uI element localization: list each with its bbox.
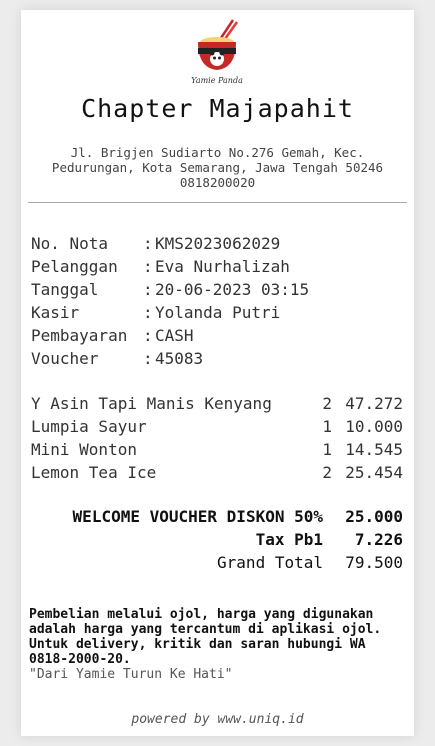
info-row-tanggal: Tanggal : 20-06-2023 03:15 xyxy=(31,280,309,303)
divider xyxy=(28,202,407,203)
info-label: No. Nota xyxy=(31,234,109,253)
info-separator: : xyxy=(143,257,153,276)
phone-line: 0818200020 xyxy=(179,175,256,190)
logo: Yamie Panda xyxy=(184,18,250,88)
discount-row: WELCOME VOUCHER DISKON 50% 25.000 xyxy=(73,507,403,530)
item-name: Y Asin Tapi Manis Kenyang xyxy=(31,394,272,413)
total-value: 25.000 xyxy=(345,507,403,526)
info-separator: : xyxy=(143,326,153,345)
list-item: Lemon Tea Ice 2 25.454 xyxy=(31,463,403,486)
info-separator: : xyxy=(143,280,153,299)
item-qty: 2 xyxy=(322,394,332,413)
total-label: WELCOME VOUCHER DISKON 50% xyxy=(72,507,323,526)
item-price: 47.272 xyxy=(345,394,403,413)
total-value: 7.226 xyxy=(354,530,403,549)
item-price: 10.000 xyxy=(345,417,403,436)
receipt-info: No. Nota : KMS2023062029 Pelanggan : Eva… xyxy=(31,234,309,372)
list-item: Y Asin Tapi Manis Kenyang 2 47.272 xyxy=(31,394,403,417)
noodle-bowl-icon xyxy=(198,19,239,70)
info-row-kasir: Kasir : Yolanda Putri xyxy=(31,303,309,326)
info-row-pelanggan: Pelanggan : Eva Nurhalizah xyxy=(31,257,309,280)
total-value: 79.500 xyxy=(345,553,403,572)
info-value: Eva Nurhalizah xyxy=(155,257,290,276)
total-label: Grand Total xyxy=(217,553,323,572)
info-separator: : xyxy=(143,349,153,368)
item-price: 25.454 xyxy=(345,463,403,482)
info-value: Yolanda Putri xyxy=(155,303,281,322)
info-label: Tanggal xyxy=(31,280,99,299)
item-price: 14.545 xyxy=(345,440,403,459)
receipt-note: Pembelian melalui ojol, harga yang digun… xyxy=(29,607,382,667)
item-qty: 1 xyxy=(322,417,332,436)
item-list: Y Asin Tapi Manis Kenyang 2 47.272 Lumpi… xyxy=(31,394,403,486)
item-name: Lumpia Sayur xyxy=(31,417,147,436)
info-value: 20-06-2023 03:15 xyxy=(155,280,310,299)
info-row-pembayaran: Pembayaran : CASH xyxy=(31,326,309,349)
receipt: Yamie Panda Chapter Majapahit Jl. Brigje… xyxy=(21,10,414,736)
info-separator: : xyxy=(143,303,153,322)
list-item: Lumpia Sayur 1 10.000 xyxy=(31,417,403,440)
grand-total-row: Grand Total 79.500 xyxy=(73,553,403,576)
totals: WELCOME VOUCHER DISKON 50% 25.000 Tax Pb… xyxy=(73,507,403,576)
address-line: Jl. Brigjen Sudiarto No.276 Gemah, Kec. … xyxy=(51,145,384,175)
info-row-no-nota: No. Nota : KMS2023062029 xyxy=(31,234,309,257)
list-item: Mini Wonton 1 14.545 xyxy=(31,440,403,463)
powered-by-footer: powered by www.uniq.id xyxy=(131,712,304,727)
total-label: Tax Pb1 xyxy=(255,530,323,549)
item-qty: 2 xyxy=(322,463,332,482)
item-name: Lemon Tea Ice xyxy=(31,463,157,482)
logo-text: Yamie Panda xyxy=(191,76,243,85)
item-qty: 1 xyxy=(322,440,332,459)
store-address: Jl. Brigjen Sudiarto No.276 Gemah, Kec. … xyxy=(31,145,404,190)
info-label: Pelanggan xyxy=(31,257,118,276)
tagline: "Dari Yamie Turun Ke Hati" xyxy=(29,667,233,682)
info-value: KMS2023062029 xyxy=(155,234,281,253)
info-row-voucher: Voucher : 45083 xyxy=(31,349,309,372)
info-label: Pembayaran xyxy=(31,326,128,345)
info-label: Voucher xyxy=(31,349,99,368)
store-name: Chapter Majapahit xyxy=(81,94,354,123)
info-value: CASH xyxy=(155,326,194,345)
item-name: Mini Wonton xyxy=(31,440,137,459)
info-separator: : xyxy=(143,234,153,253)
tax-row: Tax Pb1 7.226 xyxy=(73,530,403,553)
info-label: Kasir xyxy=(31,303,80,322)
info-value: 45083 xyxy=(155,349,204,368)
